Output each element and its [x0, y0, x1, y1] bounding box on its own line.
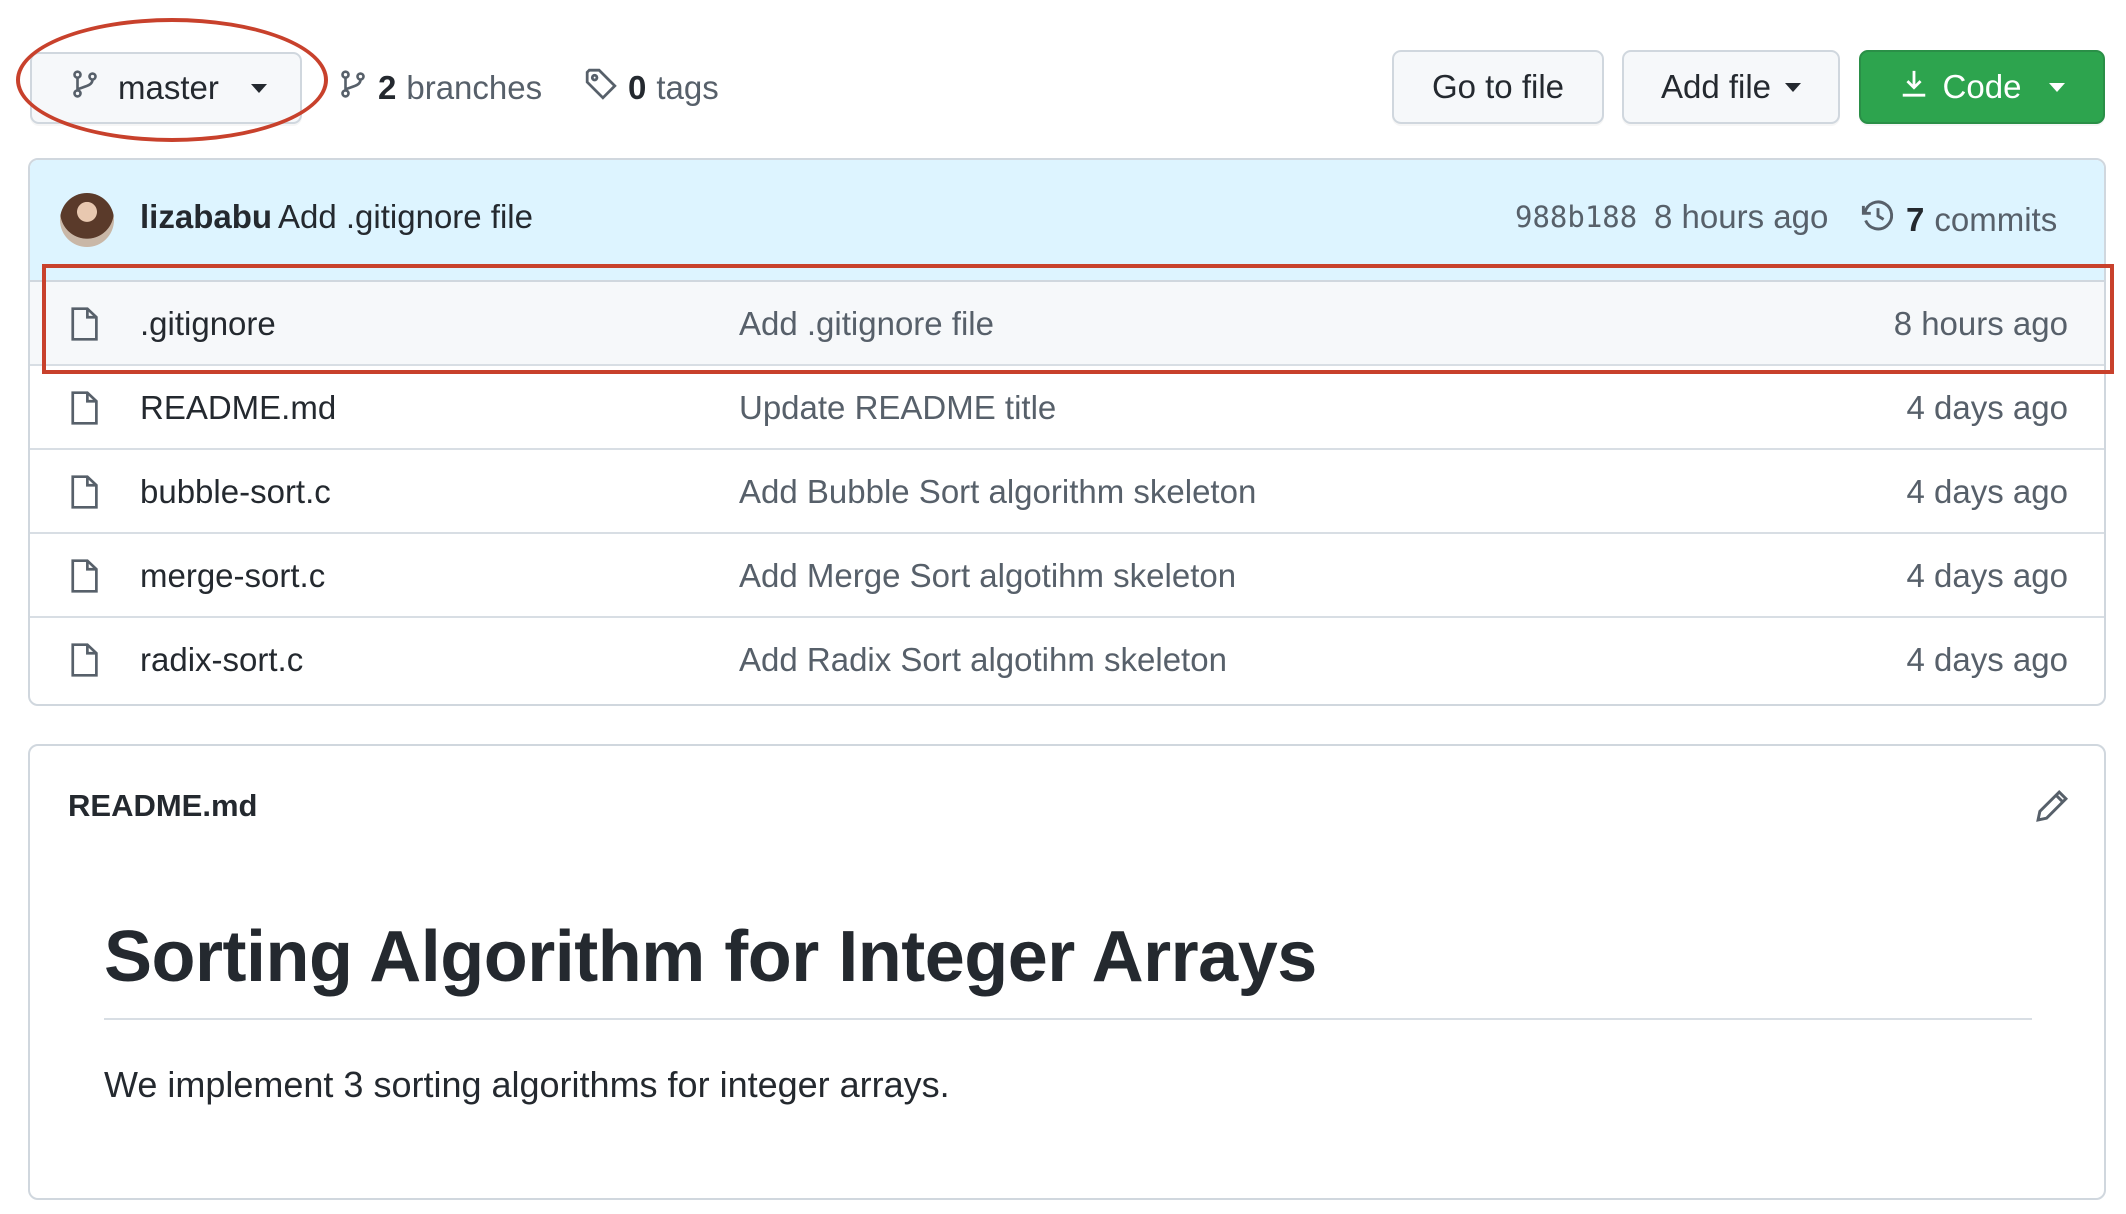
table-row[interactable]: radix-sort.c Add Radix Sort algotihm ske… [30, 618, 2104, 702]
branches-count: 2 [378, 69, 397, 106]
chevron-down-icon [1785, 82, 1802, 92]
annotation-ellipse [16, 18, 328, 142]
divider [104, 1018, 2032, 1020]
chevron-down-icon [2049, 82, 2066, 92]
commits-label: commits [1934, 201, 2058, 238]
pencil-icon[interactable] [2034, 788, 2070, 829]
file-commit-message[interactable]: Add Bubble Sort algorithm skeleton [739, 473, 1256, 511]
go-to-file-label: Go to file [1431, 68, 1565, 105]
branches-link[interactable]: 2 branches [338, 60, 542, 116]
readme-filename[interactable]: README.md [68, 788, 257, 824]
commits-history-link[interactable]: 7 commits [1860, 192, 2057, 248]
file-list: lizababu Add .gitignore file 988b188 8 h… [28, 158, 2106, 706]
file-name[interactable]: bubble-sort.c [140, 473, 331, 511]
tag-icon [584, 67, 618, 109]
repo-page: master 2 branches 0 tags Go to file Add … [0, 0, 2126, 1214]
repo-toolbar: master 2 branches 0 tags Go to file Add … [0, 0, 2126, 160]
file-icon [68, 558, 100, 599]
commits-count: 7 [1906, 201, 1925, 238]
file-name[interactable]: radix-sort.c [140, 641, 303, 679]
download-icon [1899, 66, 1929, 108]
file-time: 4 days ago [1906, 557, 2068, 594]
file-icon [68, 390, 100, 431]
history-icon [1860, 198, 1896, 242]
go-to-file-button[interactable]: Go to file [1392, 50, 1604, 124]
file-name[interactable]: README.md [140, 389, 336, 427]
table-row[interactable]: bubble-sort.c Add Bubble Sort algorithm … [30, 450, 2104, 534]
readme-title: Sorting Algorithm for Integer Arrays [104, 917, 1317, 997]
annotation-rectangle [42, 264, 2114, 374]
table-row[interactable]: README.md Update README title 4 days ago [30, 366, 2104, 450]
file-commit-message[interactable]: Add Radix Sort algotihm skeleton [739, 641, 1227, 679]
readme-header: README.md [30, 746, 2104, 864]
tags-label: tags [656, 69, 719, 106]
tags-link[interactable]: 0 tags [584, 60, 719, 116]
file-icon [68, 642, 100, 683]
git-branch-icon [338, 67, 368, 109]
readme-body: We implement 3 sorting algorithms for in… [104, 1064, 950, 1105]
file-time: 4 days ago [1906, 641, 2068, 678]
add-file-label: Add file [1660, 68, 1772, 105]
branches-label: branches [406, 69, 543, 106]
table-row[interactable]: merge-sort.c Add Merge Sort algotihm ske… [30, 534, 2104, 618]
code-label: Code [1942, 68, 2022, 105]
readme-panel: README.md Sorting Algorithm for Integer … [28, 744, 2106, 1200]
file-icon [68, 474, 100, 515]
file-commit-message[interactable]: Update README title [739, 389, 1056, 427]
file-commit-message[interactable]: Add Merge Sort algotihm skeleton [739, 557, 1236, 595]
tags-count: 0 [628, 69, 647, 106]
code-button[interactable]: Code [1859, 50, 2105, 124]
file-time: 4 days ago [1906, 389, 2068, 426]
file-time: 4 days ago [1906, 473, 2068, 510]
commit-message[interactable]: Add .gitignore file [278, 198, 533, 236]
file-name[interactable]: merge-sort.c [140, 557, 325, 595]
avatar[interactable] [60, 193, 114, 247]
add-file-button[interactable]: Add file [1622, 50, 1840, 124]
commit-time: 8 hours ago [1654, 198, 1829, 235]
commit-author[interactable]: lizababu [140, 198, 272, 236]
commit-sha[interactable]: 988b188 [1515, 200, 1637, 234]
